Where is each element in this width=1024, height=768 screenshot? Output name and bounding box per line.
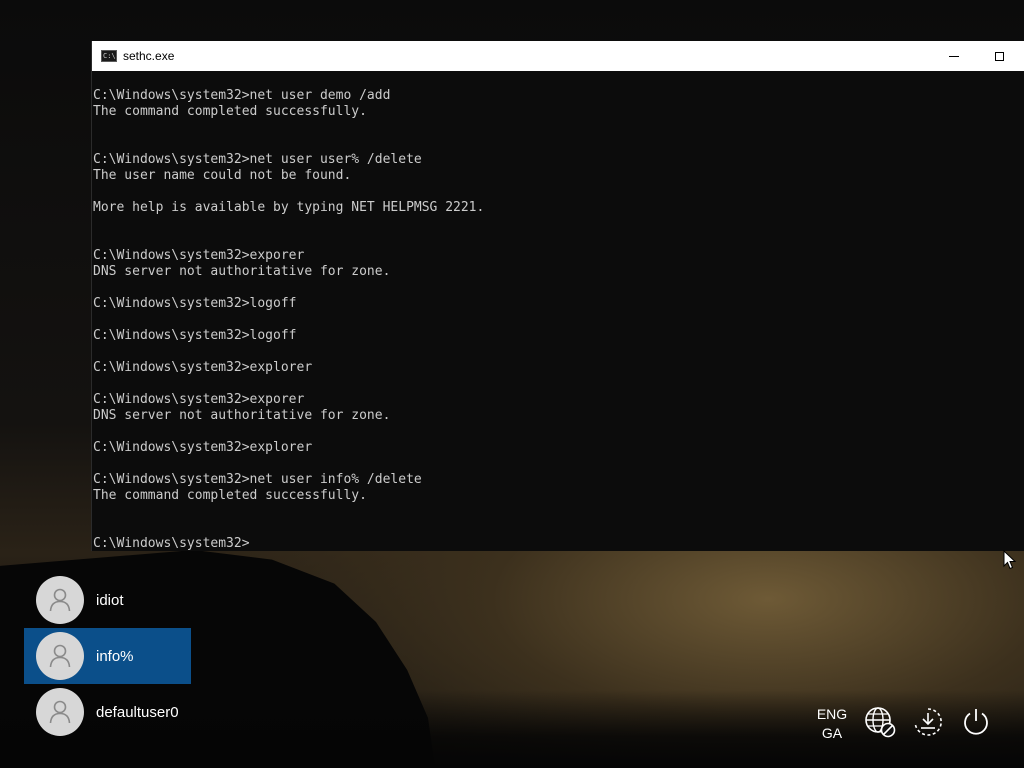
- console-output-line: [93, 136, 1024, 152]
- console-output-line: The command completed successfully.: [93, 488, 367, 503]
- console-output-line: [93, 520, 1024, 536]
- ease-of-access-icon: [914, 708, 942, 736]
- console-command-line: C:\Windows\system32>logoff: [93, 296, 297, 311]
- network-button[interactable]: [862, 704, 898, 740]
- keyboard-layout-code: GA: [821, 725, 843, 741]
- user-item-idiot[interactable]: idiot: [24, 572, 191, 628]
- console-output-line: [93, 456, 1024, 472]
- user-list: idiot info% defaultuser0: [24, 572, 191, 740]
- user-name: defaultuser0: [96, 703, 179, 721]
- ease-of-access-button[interactable]: [910, 704, 946, 740]
- console-output-line: [93, 424, 1024, 440]
- console-command-line: C:\Windows\system32>logoff: [93, 328, 297, 343]
- console-output-line: [93, 344, 1024, 360]
- console-command-line: C:\Windows\system32>net user demo /add: [93, 88, 391, 103]
- user-avatar-icon: [36, 576, 84, 624]
- window-title: sethc.exe: [123, 49, 175, 63]
- console-output-line: [93, 120, 1024, 136]
- console-output-line: The command completed successfully.: [93, 104, 367, 119]
- power-button[interactable]: [958, 704, 994, 740]
- maximize-icon: [994, 51, 1004, 61]
- maximize-button[interactable]: [976, 41, 1022, 71]
- power-icon: [964, 709, 988, 735]
- console-output-line: DNS server not authoritative for zone.: [93, 408, 391, 423]
- console-command-line: C:\Windows\system32>exporer: [93, 392, 305, 407]
- console-titlebar[interactable]: C:\ sethc.exe: [92, 41, 1024, 71]
- input-language-button[interactable]: ENG GA: [812, 705, 852, 743]
- console-window[interactable]: C:\ sethc.exe C:\Windows\system32>net us…: [91, 41, 1024, 551]
- console-output-line: [93, 184, 1024, 200]
- console-output-line: The user name could not be found.: [93, 168, 352, 183]
- mouse-cursor-icon: [1003, 550, 1017, 570]
- console-command-line: C:\Windows\system32>explorer: [93, 360, 313, 375]
- console-command-line: C:\Windows\system32>exporer: [93, 248, 305, 263]
- user-item-info[interactable]: info%: [24, 628, 191, 684]
- user-item-defaultuser0[interactable]: defaultuser0: [24, 684, 191, 740]
- console-output-line: [93, 280, 1024, 296]
- console-command-line: C:\Windows\system32>explorer: [93, 440, 313, 455]
- console-app-icon: C:\: [101, 50, 117, 62]
- minimize-icon: [949, 55, 959, 57]
- console-output-line: [93, 376, 1024, 392]
- network-icon: [865, 707, 896, 738]
- language-code: ENG: [816, 706, 848, 722]
- console-output-line: [93, 216, 1024, 232]
- user-avatar-icon: [36, 632, 84, 680]
- user-avatar-icon: [36, 688, 84, 736]
- console-command-line: C:\Windows\system32>net user user% /dele…: [93, 152, 422, 167]
- user-name: idiot: [96, 591, 124, 609]
- user-name: info%: [96, 647, 134, 665]
- console-output-line: [93, 312, 1024, 328]
- console-output[interactable]: C:\Windows\system32>net user demo /add Th…: [92, 71, 1024, 552]
- console-output-line: [93, 504, 1024, 520]
- console-command-line: C:\Windows\system32>: [93, 536, 250, 551]
- console-output-line: DNS server not authoritative for zone.: [93, 264, 391, 279]
- console-output-line: More help is available by typing NET HEL…: [93, 200, 485, 215]
- console-output-line: [93, 232, 1024, 248]
- console-command-line: C:\Windows\system32>net user info% /dele…: [93, 472, 422, 487]
- minimize-button[interactable]: [931, 41, 977, 71]
